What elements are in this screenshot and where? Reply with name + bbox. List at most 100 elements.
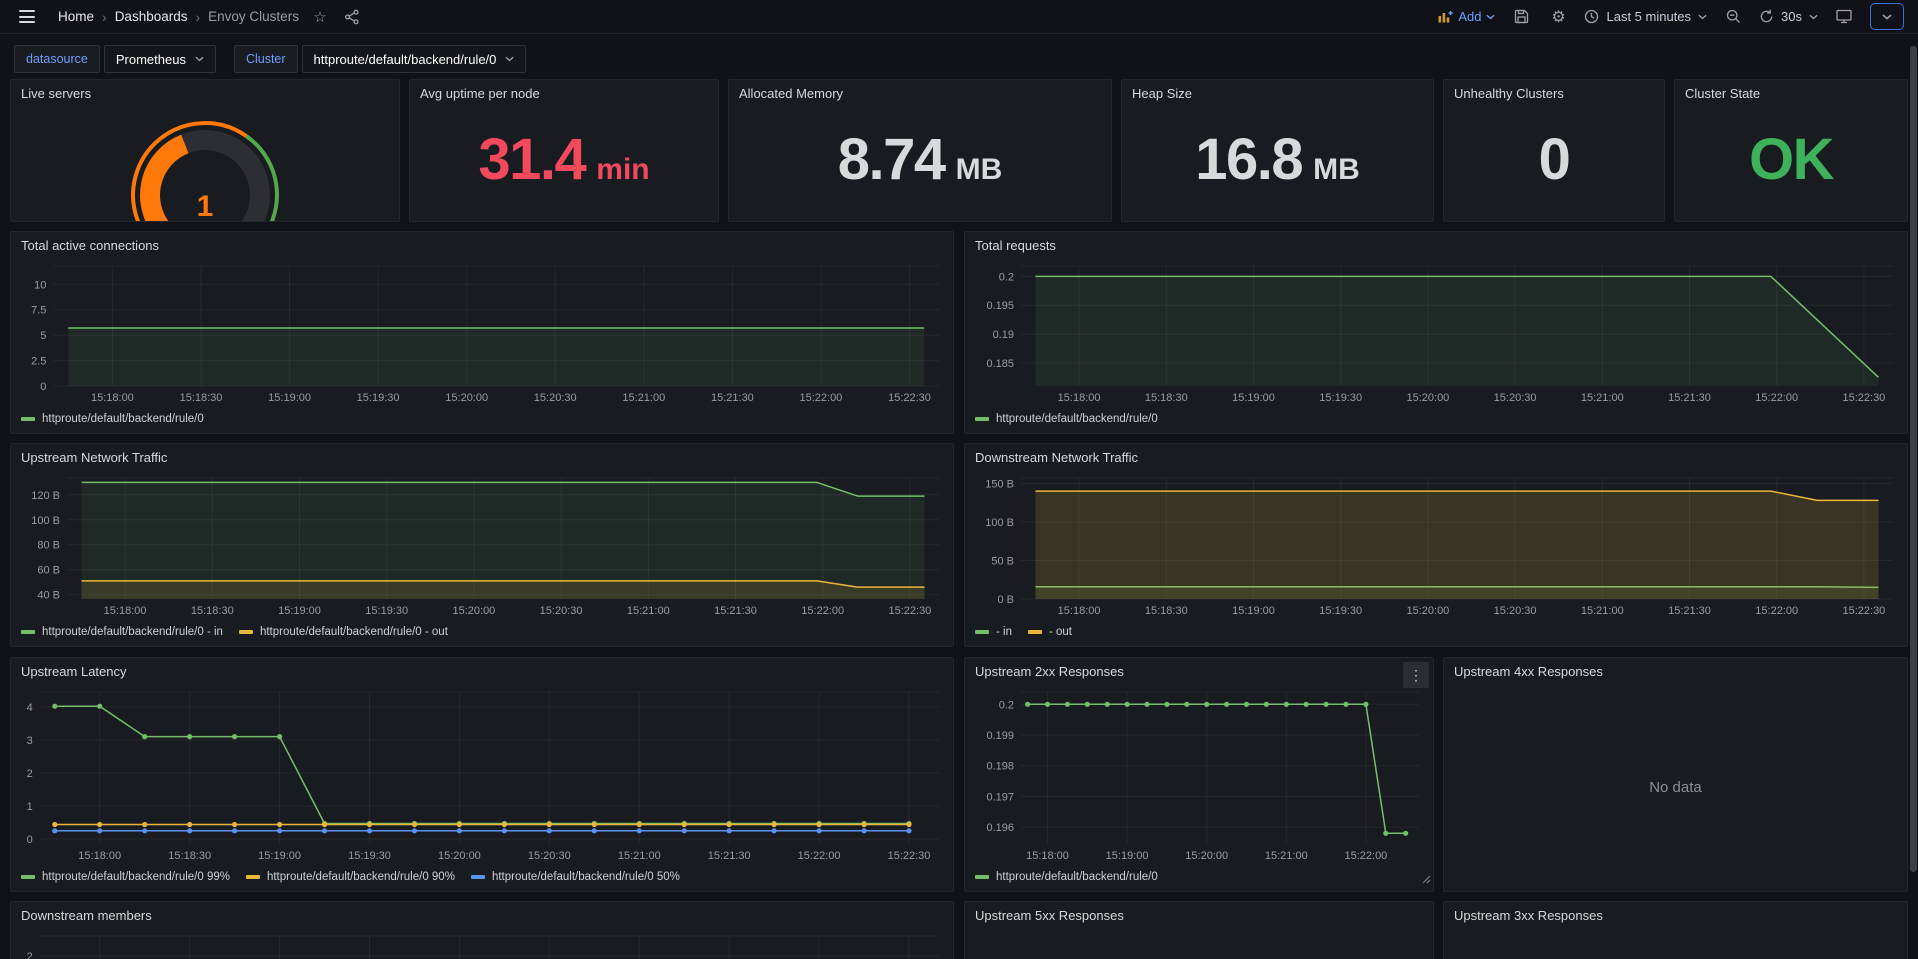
chart-canvas[interactable]: 15:18:0015:18:3015:19:0015:19:3015:20:00…	[15, 470, 947, 620]
svg-text:15:21:00: 15:21:00	[627, 605, 670, 617]
panel-title[interactable]: Heap Size	[1122, 80, 1433, 106]
legend-color-dash	[975, 630, 989, 634]
legend-item[interactable]: - in	[975, 626, 1012, 638]
chart-canvas[interactable]: 15:18:0015:19:0015:20:0015:21:0015:22:00…	[969, 684, 1427, 865]
cluster-variable-select[interactable]: httproute/default/backend/rule/0	[302, 45, 527, 73]
scrollbar-thumb[interactable]	[1910, 46, 1917, 872]
panel-avg-uptime: Avg uptime per node 31.4 min	[409, 79, 719, 222]
panel-title[interactable]: Upstream Network Traffic	[11, 444, 953, 470]
svg-text:15:20:00: 15:20:00	[1185, 850, 1228, 862]
svg-text:15:18:00: 15:18:00	[91, 392, 134, 404]
svg-text:15:19:30: 15:19:30	[357, 392, 400, 404]
svg-text:15:21:00: 15:21:00	[1581, 605, 1624, 617]
svg-text:15:22:30: 15:22:30	[1842, 392, 1885, 404]
panel-title[interactable]: Upstream 3xx Responses	[1444, 902, 1907, 928]
svg-text:15:18:00: 15:18:00	[1058, 605, 1101, 617]
share-icon[interactable]	[341, 5, 363, 29]
legend-item[interactable]: httproute/default/backend/rule/0 50%	[471, 871, 680, 883]
panel-title[interactable]: Upstream 2xx Responses	[965, 658, 1433, 684]
panel-title[interactable]: Total active connections	[11, 232, 953, 258]
svg-text:15:18:30: 15:18:30	[191, 605, 234, 617]
star-icon[interactable]: ☆	[309, 5, 331, 29]
cluster-variable-label: Cluster	[234, 45, 298, 73]
datasource-variable-select[interactable]: Prometheus	[104, 45, 216, 73]
svg-text:15:20:30: 15:20:30	[1494, 392, 1537, 404]
breadcrumb-dashboards[interactable]: Dashboards	[115, 9, 188, 24]
svg-text:2: 2	[27, 951, 33, 959]
legend-item[interactable]: httproute/default/backend/rule/0 - in	[21, 626, 223, 638]
gear-icon[interactable]: ⚙	[1547, 5, 1569, 29]
stat-unit: MB	[1313, 155, 1360, 185]
legend-item[interactable]: httproute/default/backend/rule/0	[975, 871, 1158, 883]
chart-canvas[interactable]: 15:18:0015:18:3015:19:0015:19:3015:20:00…	[15, 928, 947, 959]
panel-title[interactable]: Avg uptime per node	[410, 80, 718, 106]
svg-text:15:18:30: 15:18:30	[1145, 392, 1188, 404]
expand-toolbar-button[interactable]	[1870, 3, 1904, 30]
svg-text:15:20:30: 15:20:30	[1494, 605, 1537, 617]
chart-canvas[interactable]: 15:18:0015:18:3015:19:0015:19:3015:20:00…	[969, 470, 1901, 620]
svg-text:15:22:00: 15:22:00	[1755, 605, 1798, 617]
panel-title[interactable]: Cluster State	[1675, 80, 1907, 106]
legend-item[interactable]: - out	[1028, 626, 1072, 638]
panel-upstream-network-traffic: Upstream Network Traffic 15:18:00 15:18:3…	[10, 443, 954, 647]
panel-title[interactable]: Allocated Memory	[729, 80, 1111, 106]
svg-text:15:22:00: 15:22:00	[801, 605, 844, 617]
refresh-picker[interactable]: 30s	[1759, 9, 1818, 24]
svg-text:0: 0	[27, 834, 33, 846]
panel-allocated-memory: Allocated Memory 8.74 MB	[728, 79, 1112, 222]
panel-live-servers: Live servers 1	[10, 79, 400, 222]
stat-unit: MB	[956, 155, 1003, 185]
add-button[interactable]: Add	[1438, 9, 1495, 24]
time-range-picker[interactable]: Last 5 minutes	[1584, 9, 1707, 24]
chevron-down-icon	[1809, 14, 1818, 20]
svg-text:15:18:00: 15:18:00	[104, 605, 147, 617]
panel-resize-handle[interactable]	[1422, 871, 1431, 889]
svg-text:15:18:30: 15:18:30	[1145, 605, 1188, 617]
grafana-dashboard: Home › Dashboards › Envoy Clusters ☆	[0, 0, 1918, 959]
chart-canvas[interactable]: 15:18:0015:18:3015:19:0015:19:3015:20:00…	[15, 684, 947, 865]
panel-title[interactable]: Upstream 4xx Responses	[1444, 658, 1907, 684]
chart-canvas[interactable]: 15:18:0015:18:3015:19:0015:19:3015:20:00…	[969, 258, 1901, 407]
svg-text:4: 4	[27, 702, 33, 714]
panel-title[interactable]: Downstream members	[11, 902, 953, 928]
clock-icon	[1584, 9, 1599, 24]
stat-unit: min	[596, 155, 649, 185]
panel-title[interactable]: Unhealthy Clusters	[1444, 80, 1664, 106]
panel-title[interactable]: Total requests	[965, 232, 1907, 258]
breadcrumb-home[interactable]: Home	[58, 9, 94, 24]
legend-color-dash	[471, 875, 485, 879]
svg-text:0.19: 0.19	[993, 329, 1014, 341]
svg-text:0: 0	[40, 381, 46, 393]
panel-title[interactable]: Live servers	[11, 80, 399, 106]
panel-total-requests: Total requests 15:18:0015:18:3015:19:001…	[964, 231, 1908, 434]
stat-value: OK	[1749, 131, 1833, 189]
legend-item[interactable]: httproute/default/backend/rule/0	[21, 413, 204, 425]
legend-item[interactable]: httproute/default/backend/rule/0	[975, 413, 1158, 425]
svg-text:0.196: 0.196	[986, 822, 1014, 834]
panel-title[interactable]: Downstream Network Traffic	[965, 444, 1907, 470]
svg-text:150 B: 150 B	[985, 478, 1014, 490]
svg-text:15:19:30: 15:19:30	[348, 850, 391, 862]
chart-canvas[interactable]: 15:18:0015:18:3015:19:0015:19:3015:20:00…	[15, 258, 947, 407]
kiosk-monitor-icon[interactable]	[1833, 5, 1855, 29]
svg-text:15:19:00: 15:19:00	[1232, 392, 1275, 404]
panel-title[interactable]: Upstream 5xx Responses	[965, 902, 1433, 928]
panel-upstream-5xx-responses: Upstream 5xx Responses	[964, 901, 1434, 959]
panel-heap-size: Heap Size 16.8 MB	[1121, 79, 1434, 222]
menu-icon[interactable]	[14, 5, 40, 28]
legend-item[interactable]: httproute/default/backend/rule/0 - out	[239, 626, 448, 638]
svg-text:0.2: 0.2	[999, 271, 1014, 283]
svg-text:15:20:30: 15:20:30	[528, 850, 571, 862]
svg-text:15:19:00: 15:19:00	[268, 392, 311, 404]
legend-item[interactable]: httproute/default/backend/rule/0 99%	[21, 871, 230, 883]
legend-item[interactable]: httproute/default/backend/rule/0 90%	[246, 871, 455, 883]
legend-color-dash	[21, 630, 35, 634]
svg-text:15:19:30: 15:19:30	[1319, 605, 1362, 617]
save-icon[interactable]	[1510, 5, 1532, 29]
panel-title[interactable]: Upstream Latency	[11, 658, 953, 684]
add-panel-icon	[1438, 10, 1453, 23]
svg-text:5: 5	[40, 330, 46, 342]
svg-text:15:21:30: 15:21:30	[714, 605, 757, 617]
svg-text:0.2: 0.2	[999, 699, 1014, 711]
zoom-out-icon[interactable]	[1722, 5, 1744, 29]
